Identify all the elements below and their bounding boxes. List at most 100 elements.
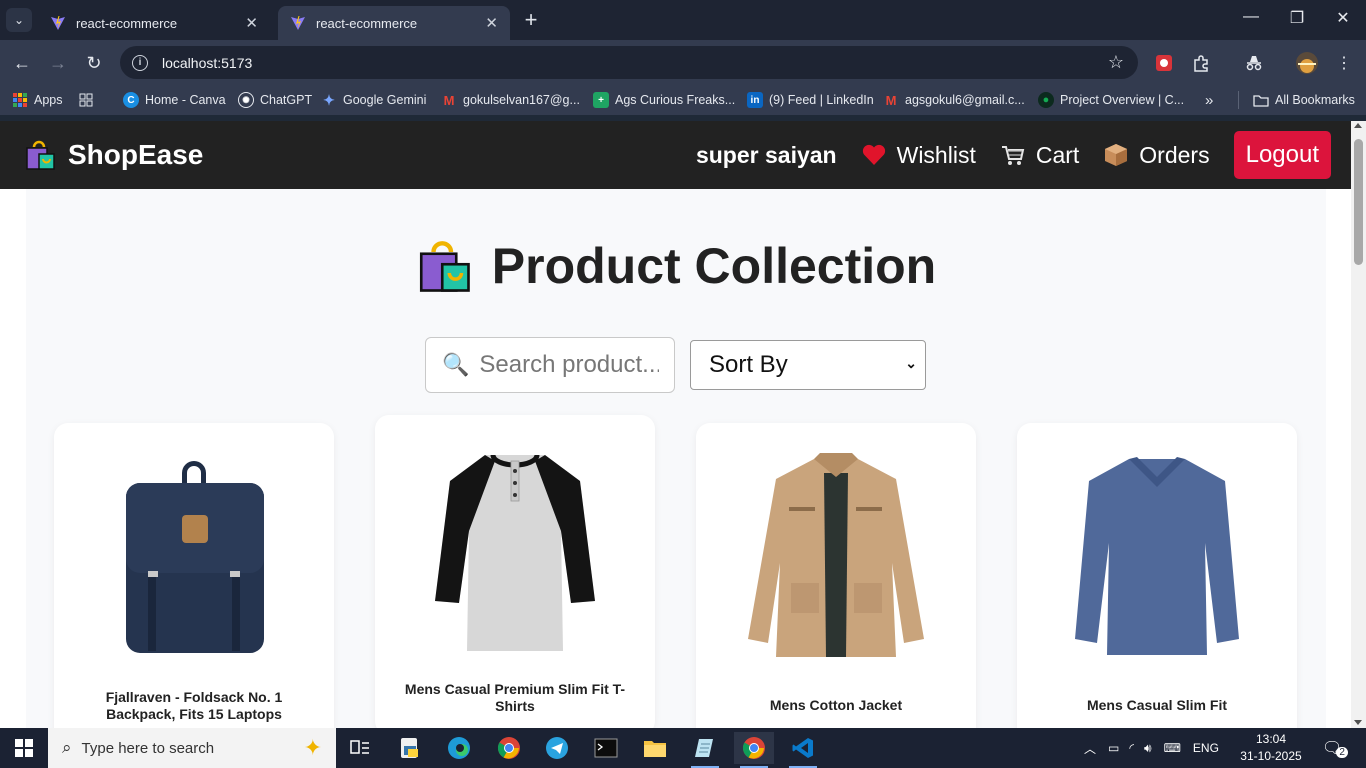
notification-count-badge: 2 [1336, 746, 1348, 758]
chrome-active-icon[interactable] [734, 732, 774, 768]
notepad-icon[interactable] [685, 732, 725, 768]
close-tab-icon[interactable]: ✕ [245, 14, 258, 32]
product-card[interactable]: Mens Casual Slim Fit [1017, 423, 1297, 728]
browser-toolbar: ← → ↻ i localhost:5173 ☆ ⋮ [0, 40, 1366, 85]
page-viewport: ShopEase super saiyan Wishlist Cart Orde… [0, 121, 1366, 728]
browser-tab-2[interactable]: react-ecommerce ✕ [278, 6, 510, 40]
product-title: Fjallraven - Foldsack No. 1 Backpack, Fi… [105, 689, 283, 722]
nav-link-label: Wishlist [896, 141, 976, 168]
nav-wishlist-link[interactable]: Wishlist [861, 142, 976, 169]
battery-icon[interactable]: ▭ [1108, 741, 1119, 755]
telegram-icon[interactable] [537, 732, 577, 764]
tab-groups-icon[interactable] [78, 92, 100, 108]
close-tab-icon[interactable]: ✕ [485, 14, 498, 32]
clock-time: 13:04 [1255, 732, 1287, 746]
all-bookmarks-button[interactable]: All Bookmarks [1238, 91, 1355, 109]
more-bookmarks-button[interactable]: » [1205, 92, 1213, 109]
windows-start-button[interactable] [0, 728, 48, 768]
bookmark-gemini[interactable]: ✦ Google Gemini [321, 92, 426, 108]
file-explorer-icon[interactable] [635, 732, 675, 764]
search-box[interactable]: 🔍 [425, 337, 675, 393]
back-arrow-icon[interactable]: ← [11, 52, 33, 74]
notifications-button[interactable]: 🗨︎ 2 [1322, 728, 1354, 768]
scroll-down-arrow-icon[interactable] [1354, 720, 1362, 725]
nav-orders-link[interactable]: Orders [1103, 142, 1210, 169]
profile-avatar[interactable] [1296, 52, 1318, 74]
product-title: Mens Casual Slim Fit [1086, 697, 1228, 713]
wifi-icon[interactable]: ◜ [1129, 741, 1134, 755]
extension-red-icon[interactable] [1153, 52, 1175, 74]
search-input[interactable] [479, 351, 660, 379]
chevron-down-icon: ⌄ [905, 355, 917, 371]
product-card[interactable]: Fjallraven - Foldsack No. 1 Backpack, Fi… [54, 423, 334, 728]
bookmark-label: Ags Curious Freaks... [615, 93, 736, 107]
scrollbar-thumb[interactable] [1354, 139, 1363, 265]
bookmark-chatgpt[interactable]: ✺ ChatGPT [238, 92, 312, 108]
chrome-menu-icon[interactable]: ⋮ [1333, 52, 1355, 74]
nav-links: super saiyan Wishlist Cart Orders Logout [696, 131, 1331, 179]
brand-logo[interactable]: ShopEase [24, 139, 203, 171]
close-window-button[interactable]: ✕ [1320, 8, 1366, 28]
python-app-icon[interactable] [390, 732, 430, 764]
sort-selected-value: Sort By [709, 351, 788, 378]
task-view-icon[interactable] [340, 732, 380, 764]
mongodb-icon: ● [1038, 92, 1054, 108]
scroll-up-arrow-icon[interactable] [1354, 123, 1362, 128]
edge-browser-icon[interactable] [439, 732, 479, 764]
extensions-puzzle-icon[interactable] [1190, 52, 1212, 74]
nav-cart-link[interactable]: Cart [1000, 142, 1079, 169]
backpack-image [126, 461, 264, 653]
volume-icon[interactable]: 🔊︎ [1144, 741, 1152, 756]
shopping-bags-icon [26, 140, 55, 170]
bookmark-label: Google Gemini [343, 93, 427, 107]
browser-tab-1[interactable]: react-ecommerce ✕ [38, 6, 270, 40]
folder-icon [1253, 95, 1269, 107]
shopping-bags-icon [419, 241, 470, 292]
forward-arrow-icon[interactable]: → [47, 52, 69, 74]
restore-button[interactable]: ❐ [1274, 8, 1320, 28]
apps-grid-icon [13, 93, 27, 107]
vite-favicon-icon [51, 16, 65, 30]
bookmark-label: ChatGPT [260, 93, 313, 107]
bookmark-gmail-1[interactable]: M gokulselvan167@g... [441, 92, 580, 108]
taskbar-clock[interactable]: 13:04 31-10-2025 [1240, 731, 1302, 765]
taskbar-search-placeholder: Type here to search [81, 739, 215, 757]
address-bar[interactable]: i localhost:5173 ☆ [120, 46, 1138, 79]
language-indicator[interactable]: ENG [1193, 741, 1219, 755]
main-content: Product Collection 🔍 Sort By ⌄ Fjallrave… [26, 189, 1326, 728]
linkedin-icon: in [747, 92, 763, 108]
taskbar-search-box[interactable]: ⌕ Type here to search ✦ [48, 728, 336, 768]
vscode-icon[interactable] [783, 732, 823, 768]
windows-taskbar: ⌕ Type here to search ✦ ︿ ▭ ◜ 🔊︎ ⌨ ENG 1… [0, 728, 1366, 768]
bookmark-label: Home - Canva [145, 93, 226, 107]
logout-button[interactable]: Logout [1233, 131, 1331, 179]
page-scrollbar[interactable] [1351, 121, 1366, 728]
search-icon: ⌕ [62, 738, 72, 757]
new-tab-button[interactable]: + [520, 8, 542, 32]
incognito-icon[interactable] [1243, 52, 1265, 74]
bookmark-linkedin[interactable]: in (9) Feed | LinkedIn [747, 92, 874, 108]
bookmark-label: Project Overview | C... [1060, 93, 1185, 107]
chrome-app-icon[interactable] [489, 732, 529, 764]
jacket-image [748, 453, 924, 657]
bookmark-label: All Bookmarks [1275, 93, 1355, 107]
product-card[interactable]: Mens Casual Premium Slim Fit T-Shirts [375, 415, 655, 728]
sort-select[interactable]: Sort By ⌄ [690, 340, 926, 390]
vite-favicon-icon [291, 16, 305, 30]
site-info-icon[interactable]: i [132, 54, 148, 71]
cart-icon [1001, 146, 1025, 165]
bookmark-sheets[interactable]: + Ags Curious Freaks... [593, 92, 735, 108]
keyboard-icon[interactable]: ⌨ [1164, 741, 1181, 755]
bookmark-canva[interactable]: C Home - Canva [123, 92, 226, 108]
product-card[interactable]: Mens Cotton Jacket [696, 423, 976, 728]
tab-search-button[interactable]: ⌄ [6, 8, 32, 32]
bookmark-star-icon[interactable]: ☆ [1108, 52, 1124, 73]
terminal-icon[interactable] [586, 732, 626, 764]
reload-icon[interactable]: ↻ [83, 52, 105, 74]
bookmark-apps[interactable]: Apps [12, 92, 63, 108]
minimize-button[interactable]: — [1228, 8, 1274, 26]
gmail-icon: M [885, 92, 897, 108]
chevron-up-icon[interactable]: ︿ [1084, 740, 1096, 757]
bookmark-gmail-2[interactable]: M agsgokul6@gmail.c... [883, 92, 1025, 108]
bookmark-mongodb[interactable]: ● Project Overview | C... [1038, 92, 1184, 108]
